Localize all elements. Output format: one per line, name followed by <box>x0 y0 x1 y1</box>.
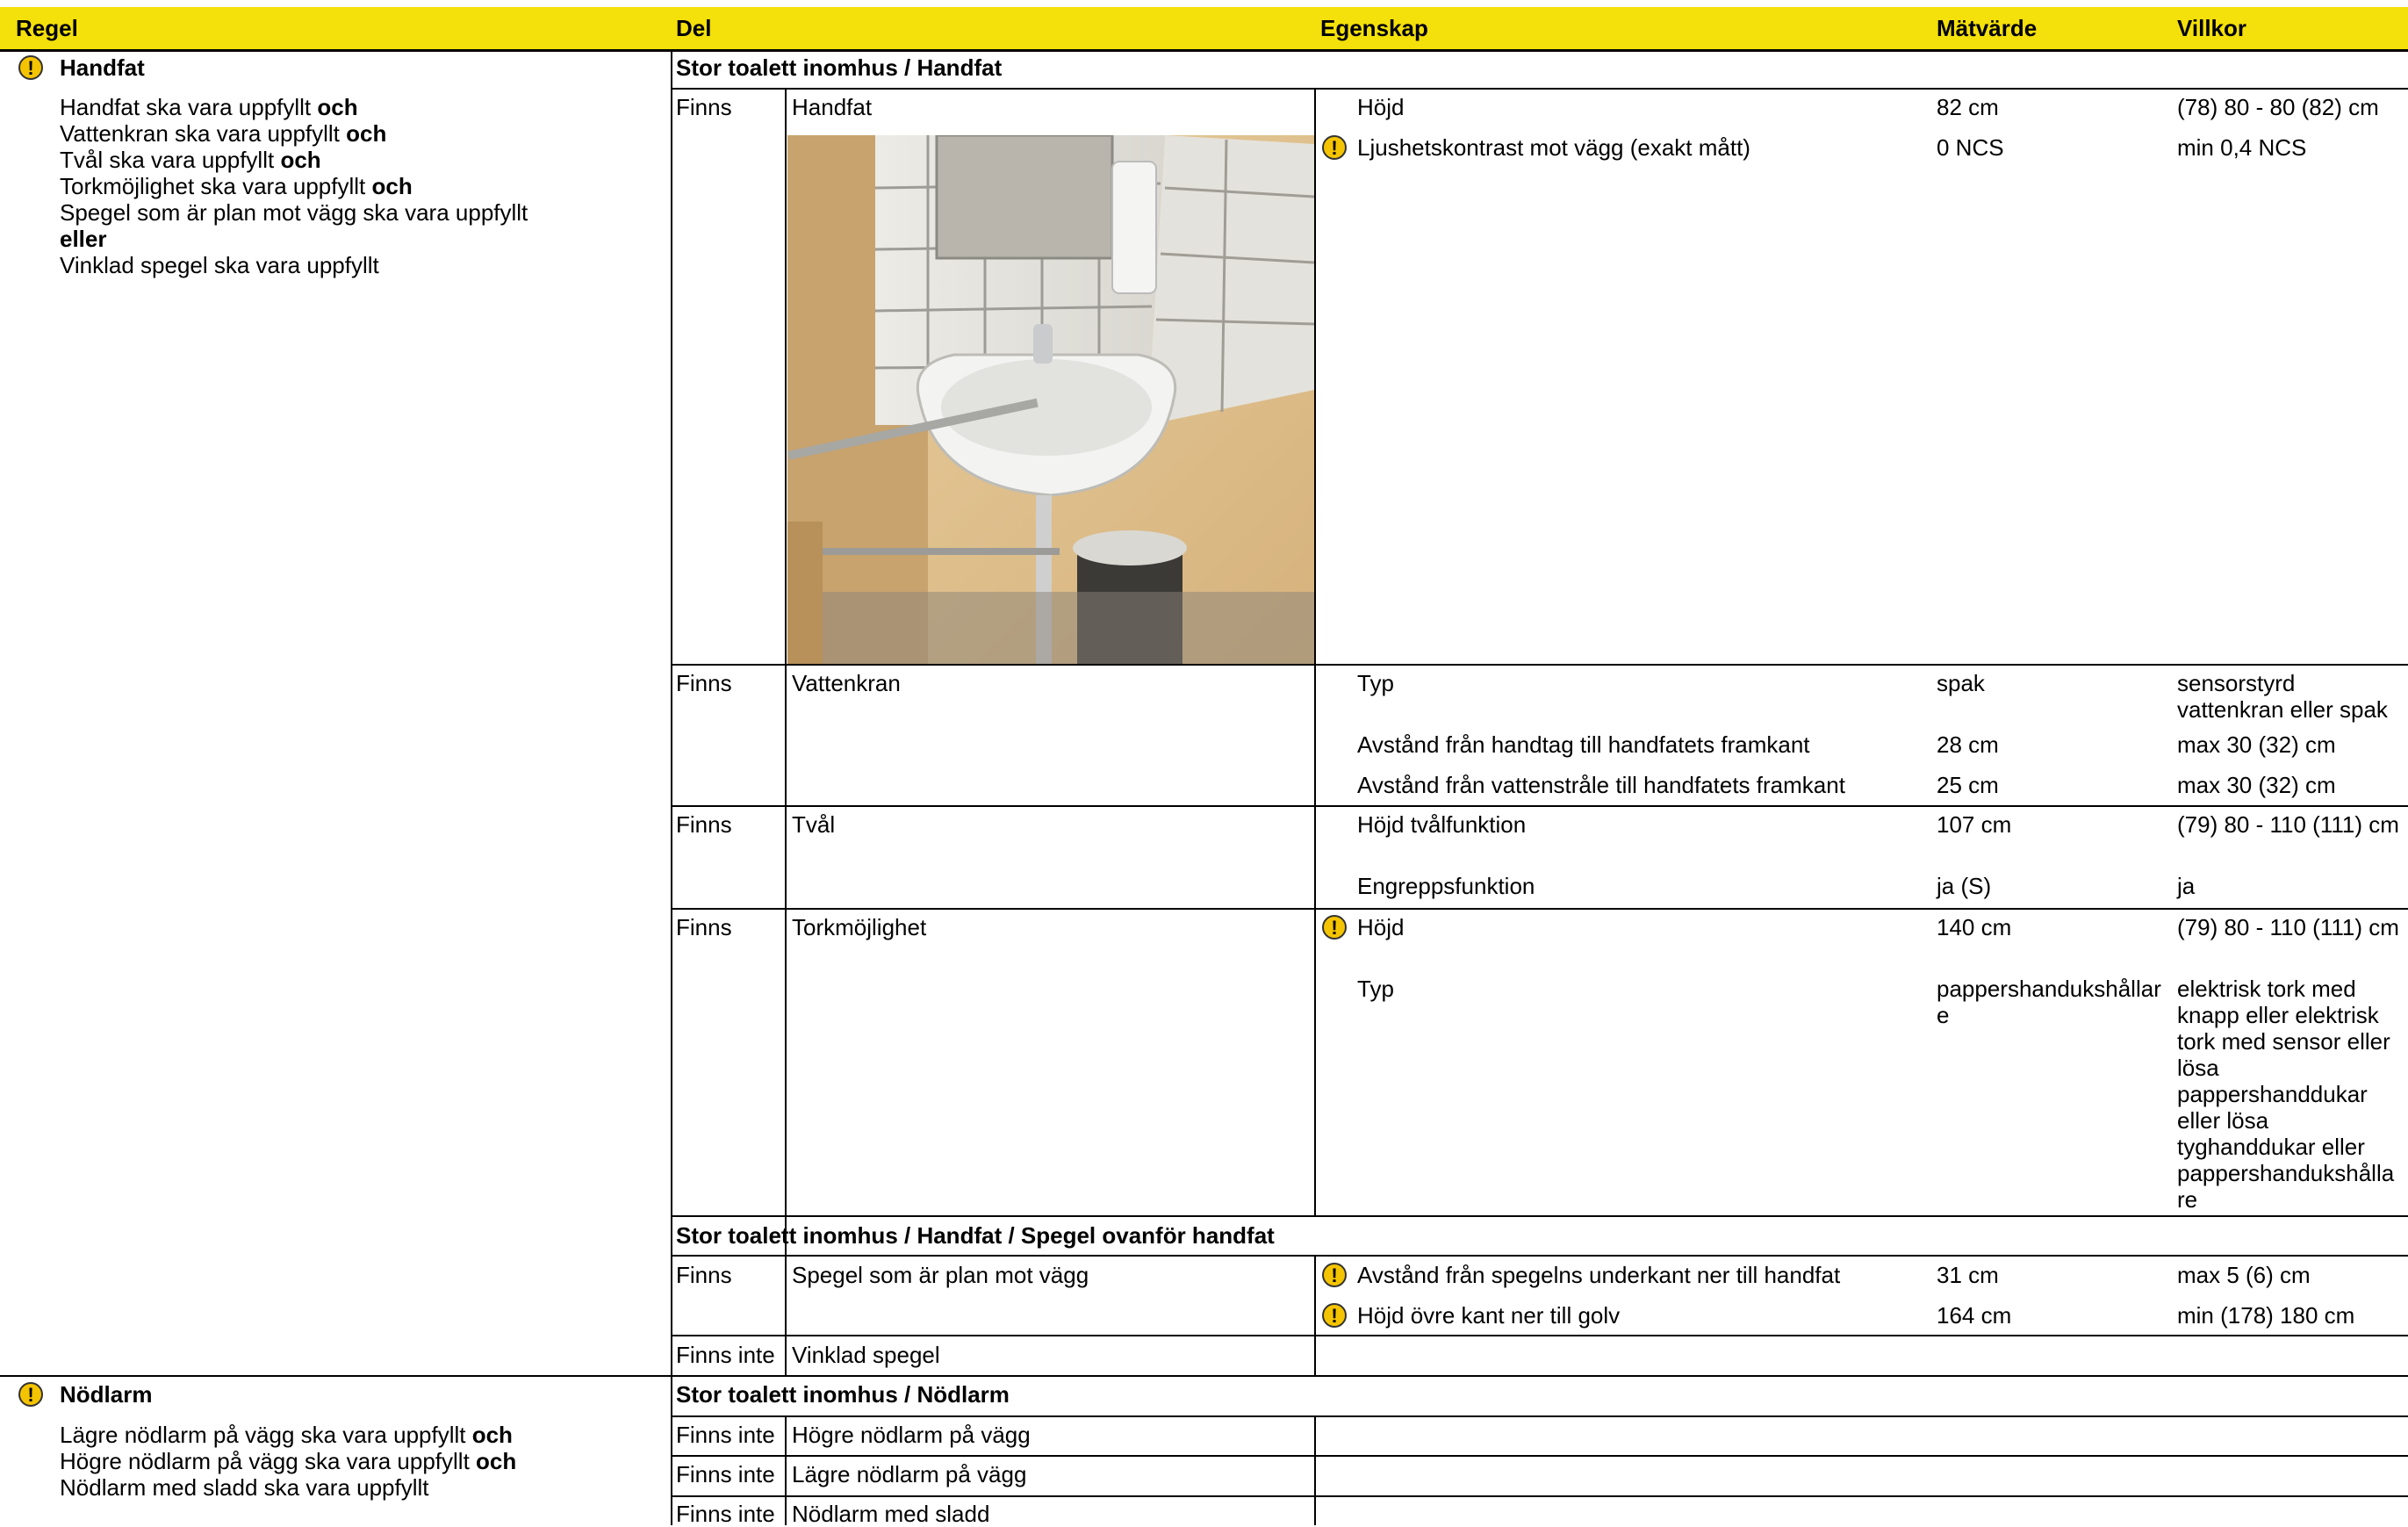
property-value: 107 cm <box>1937 811 2012 838</box>
rule-description: Handfat ska vara uppfyllt och Vattenkran… <box>60 94 528 278</box>
property-name: Avstånd från vattenstråle till handfatet… <box>1357 772 1845 798</box>
divider <box>671 1415 2408 1417</box>
divider <box>1314 1417 1316 1525</box>
property-condition: (78) 80 - 80 (82) cm <box>2177 94 2379 120</box>
property-value: 164 cm <box>1937 1302 2012 1329</box>
header-regel: Regel <box>16 15 78 41</box>
property-name: Höjd <box>1357 914 1405 940</box>
row-part: Högre nödlarm på vägg <box>792 1422 1031 1448</box>
property-condition: max 30 (32) cm <box>2177 772 2336 798</box>
property-condition: min (178) 180 cm <box>2177 1302 2355 1329</box>
row-status: Finns inte <box>676 1501 775 1527</box>
property-value: pappershandukshållar e <box>1937 976 2161 1028</box>
row-status: Finns <box>676 811 732 838</box>
divider <box>785 1417 787 1525</box>
divider <box>671 1495 2408 1497</box>
property-name: Typ <box>1357 976 1394 1002</box>
property-name: Höjd <box>1357 94 1405 120</box>
property-value: 28 cm <box>1937 731 1999 758</box>
divider <box>671 805 2408 807</box>
property-value: ja (S) <box>1937 873 1992 899</box>
divider <box>0 1375 2408 1377</box>
rule-line: Vinklad spegel ska vara uppfyllt <box>60 252 379 278</box>
row-status: Finns inte <box>676 1342 775 1368</box>
divider <box>671 1455 2408 1457</box>
row-status: Finns inte <box>676 1422 775 1448</box>
warning-icon <box>1322 915 1347 941</box>
property-name: Avstånd från spegelns underkant ner till… <box>1357 1262 1841 1288</box>
row-part: Handfat <box>792 94 873 120</box>
rule-title: Nödlarm <box>60 1381 153 1408</box>
header-del: Del <box>676 15 712 41</box>
divider <box>671 908 2408 910</box>
divider <box>1314 1257 1316 1377</box>
property-name: Höjd övre kant ner till golv <box>1357 1302 1621 1329</box>
property-value: 25 cm <box>1937 772 1999 798</box>
divider <box>1314 90 1316 1216</box>
row-status: Finns inte <box>676 1461 775 1487</box>
rule-line: Nödlarm med sladd ska vara uppfyllt <box>60 1474 429 1501</box>
property-name: Typ <box>1357 670 1394 696</box>
row-part: Lägre nödlarm på vägg <box>792 1461 1027 1487</box>
property-name: Ljushetskontrast mot vägg (exakt mått) <box>1357 134 1750 161</box>
divider <box>671 664 2408 666</box>
sink-photo <box>787 135 1314 664</box>
warning-icon <box>18 1382 43 1408</box>
row-part: Torkmöjlighet <box>792 914 927 940</box>
row-part: Vinklad spegel <box>792 1342 940 1368</box>
warning-icon <box>1322 1303 1347 1329</box>
rule-line: Handfat ska vara uppfyllt och <box>60 94 358 120</box>
rule-line: Spegel som är plan mot vägg ska vara upp… <box>60 199 528 226</box>
divider <box>671 1215 2408 1217</box>
rule-description: Lägre nödlarm på vägg ska vara uppfyllt … <box>60 1422 516 1501</box>
divider <box>671 88 2408 90</box>
property-value: 31 cm <box>1937 1262 1999 1288</box>
property-name: Engreppsfunktion <box>1357 873 1535 899</box>
header-matvarde: Mätvärde <box>1937 15 2038 41</box>
divider <box>785 90 787 1377</box>
property-value: 82 cm <box>1937 94 1999 120</box>
section-title: Stor toalett inomhus / Handfat <box>676 54 1003 81</box>
row-part: Spegel som är plan mot vägg <box>792 1262 1089 1288</box>
property-condition: elektrisk tork med knapp eller elektrisk… <box>2177 976 2395 1213</box>
property-value: 140 cm <box>1937 914 2012 940</box>
divider <box>671 1335 2408 1336</box>
property-condition: sensorstyrd vattenkran eller spak <box>2177 670 2388 723</box>
property-condition: max 5 (6) cm <box>2177 1262 2311 1288</box>
divider <box>671 1255 2408 1257</box>
warning-icon <box>1322 1263 1347 1289</box>
rule-line: Högre nödlarm på vägg ska vara uppfyllt … <box>60 1448 517 1474</box>
property-name: Avstånd från handtag till handfatets fra… <box>1357 731 1810 758</box>
rule-line: eller <box>60 226 107 252</box>
row-part: Tvål <box>792 811 836 838</box>
property-condition: max 30 (32) cm <box>2177 731 2336 758</box>
row-part: Nödlarm med sladd <box>792 1501 990 1527</box>
table-header: Regel Del Egenskap Mätvärde Villkor <box>0 7 2408 52</box>
row-status: Finns <box>676 1262 732 1288</box>
property-condition: (79) 80 - 110 (111) cm <box>2177 914 2399 940</box>
rule-line: Lägre nödlarm på vägg ska vara uppfyllt … <box>60 1422 513 1448</box>
property-value: 0 NCS <box>1937 134 2004 161</box>
property-condition: min 0,4 NCS <box>2177 134 2307 161</box>
sink-illustration <box>787 135 1314 664</box>
divider <box>671 49 672 1525</box>
row-status: Finns <box>676 914 732 940</box>
row-part: Vattenkran <box>792 670 901 696</box>
property-name: Höjd tvålfunktion <box>1357 811 1527 838</box>
rule-title: Handfat <box>60 54 145 81</box>
section-title: Stor toalett inomhus / Nödlarm <box>676 1381 1010 1408</box>
rule-line: Torkmöjlighet ska vara uppfyllt och <box>60 173 413 199</box>
property-condition: (79) 80 - 110 (111) cm <box>2177 811 2399 838</box>
rule-line: Tvål ska vara uppfyllt och <box>60 147 321 173</box>
section-title: Stor toalett inomhus / Handfat / Spegel … <box>676 1222 1275 1249</box>
rule-line: Vattenkran ska vara uppfyllt och <box>60 120 387 147</box>
row-status: Finns <box>676 94 732 120</box>
warning-icon <box>1322 135 1347 162</box>
property-value: spak <box>1937 670 1985 696</box>
header-villkor: Villkor <box>2177 15 2247 41</box>
property-condition: ja <box>2177 873 2196 899</box>
row-status: Finns <box>676 670 732 696</box>
header-egenskap: Egenskap <box>1320 15 1428 41</box>
warning-icon <box>18 55 43 82</box>
